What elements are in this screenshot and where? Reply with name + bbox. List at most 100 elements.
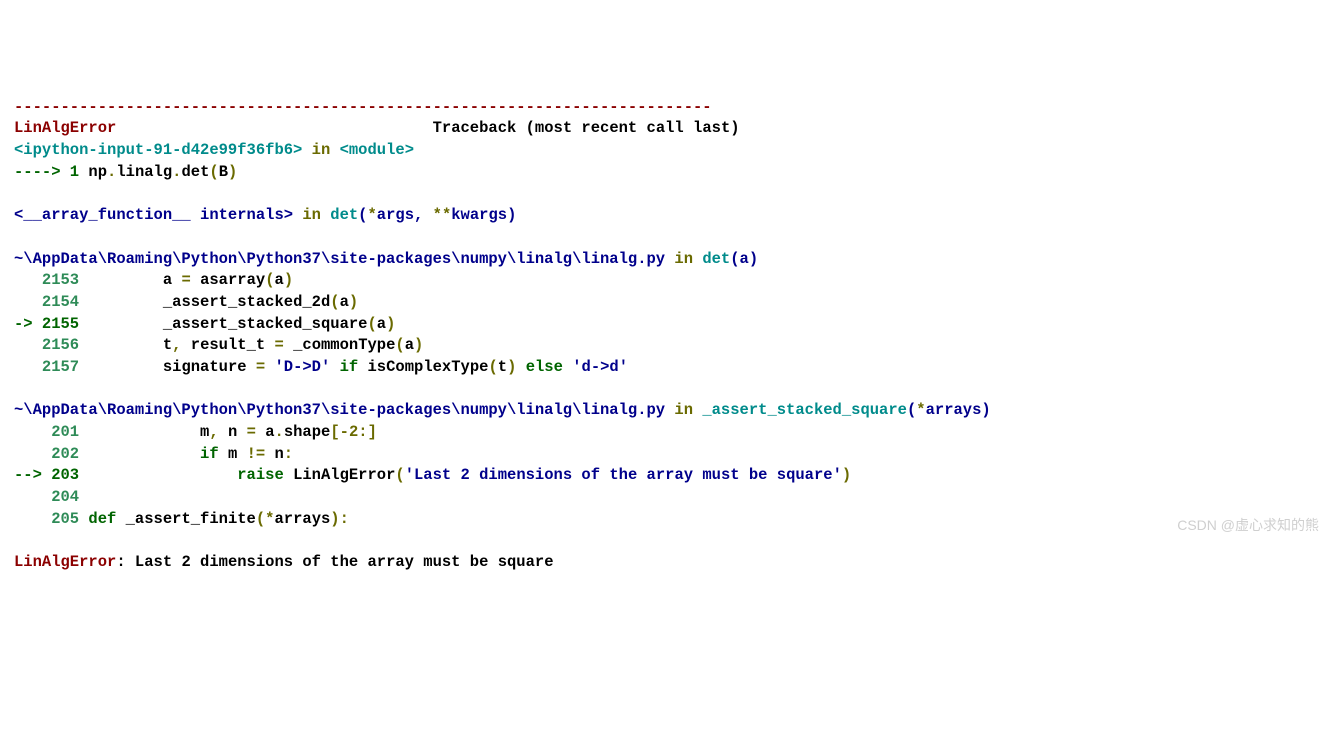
kw-def: def: [88, 510, 116, 528]
fn-asarray: asarray: [200, 271, 265, 289]
op-rparen: ): [414, 336, 423, 354]
frame-3-location: ~\AppData\Roaming\Python\Python37\site-p…: [14, 401, 665, 419]
var-result-t: result_t: [181, 336, 265, 354]
var-signature: signature: [163, 358, 247, 376]
spacing: [116, 119, 432, 137]
op-lparen: (: [395, 336, 404, 354]
var-m: m: [219, 445, 247, 463]
arg-args: args: [377, 206, 414, 224]
in-keyword: in: [293, 206, 330, 224]
rbracket: ]: [368, 423, 377, 441]
op-eq: =: [247, 358, 275, 376]
var-n: n: [219, 423, 238, 441]
module-keyword: <module>: [340, 141, 414, 159]
var-a: a: [265, 423, 274, 441]
op-lparen: (: [730, 250, 739, 268]
arg-B: B: [219, 163, 228, 181]
final-exception-name: LinAlgError: [14, 553, 116, 571]
frame-1-location: <__array_function__ internals>: [14, 206, 293, 224]
var-n: n: [265, 445, 284, 463]
arg-arrays: arrays: [926, 401, 982, 419]
var-a: a: [340, 293, 349, 311]
code-linalg: linalg: [116, 163, 172, 181]
kw-if: if: [200, 445, 219, 463]
lineno-202: 202: [14, 445, 88, 463]
op-rparen: ): [507, 358, 516, 376]
lineno-204: 204: [14, 488, 79, 506]
var-a: a: [377, 315, 386, 333]
op-colon: :: [358, 423, 367, 441]
in-keyword: in: [302, 141, 339, 159]
arg-kwargs: kwargs: [451, 206, 507, 224]
divider-line: ----------------------------------------…: [14, 98, 712, 116]
op-lparen: (: [395, 466, 404, 484]
arg-a: a: [740, 250, 749, 268]
indent: [88, 358, 162, 376]
op-lparen: (: [907, 401, 916, 419]
fn-commontype: _commonType: [293, 336, 395, 354]
op-neq: !=: [247, 445, 266, 463]
lineno-2155-arrow: -> 2155: [14, 315, 88, 333]
arg-arrays: arrays: [274, 510, 330, 528]
op-lparen: (: [367, 315, 376, 333]
lbracket: [: [330, 423, 339, 441]
code-np: np: [88, 163, 107, 181]
code-det: det: [181, 163, 209, 181]
indent: [88, 315, 162, 333]
op-rparen: ): [386, 315, 395, 333]
lineno-2157: 2157: [14, 358, 88, 376]
det-fn: det: [702, 250, 730, 268]
frame-0-location: <ipython-input-91-d42e99f36fb6>: [14, 141, 302, 159]
indent: [88, 423, 200, 441]
var-a: a: [405, 336, 414, 354]
var-t: t: [498, 358, 507, 376]
lineno-2153: 2153: [14, 271, 88, 289]
lineno-2156: 2156: [14, 336, 88, 354]
space: [423, 206, 432, 224]
lineno-201: 201: [14, 423, 88, 441]
fn-assert-square: _assert_stacked_square: [163, 315, 368, 333]
kw-else: else: [526, 358, 563, 376]
final-exception-message: : Last 2 dimensions of the array must be…: [116, 553, 553, 571]
op-colon: :: [284, 445, 293, 463]
indent: [88, 445, 200, 463]
op-lparen: (: [330, 293, 339, 311]
fn-assert-2d: _assert_stacked_2d: [163, 293, 330, 311]
var-t: t: [163, 336, 172, 354]
op-rparen: ): [507, 206, 516, 224]
op-rparen: ): [981, 401, 990, 419]
traceback-header: Traceback (most recent call last): [433, 119, 740, 137]
op-dot: .: [275, 423, 284, 441]
exc-class: LinAlgError: [284, 466, 396, 484]
op-star: *: [367, 206, 376, 224]
in-keyword: in: [665, 401, 702, 419]
op-star: *: [916, 401, 925, 419]
traceback-output: ----------------------------------------…: [14, 97, 1323, 574]
op-rparen: ): [330, 510, 339, 528]
lineno-2154: 2154: [14, 293, 88, 311]
in-keyword: in: [665, 250, 702, 268]
str-dd: 'd->d': [572, 358, 628, 376]
indent: [88, 336, 162, 354]
op-colon: :: [340, 510, 349, 528]
indent: [88, 293, 162, 311]
frame-2-location: ~\AppData\Roaming\Python\Python37\site-p…: [14, 250, 665, 268]
op-rparen: ): [284, 271, 293, 289]
op-lparen: (: [488, 358, 497, 376]
lineno-203-arrow: --> 203: [14, 466, 88, 484]
op-rparen: ): [842, 466, 851, 484]
op-eq: =: [237, 423, 265, 441]
det-fn: det: [330, 206, 358, 224]
op-eq: =: [265, 336, 293, 354]
op-comma: ,: [209, 423, 218, 441]
arrow-line-1: ----> 1: [14, 163, 88, 181]
var-a: a: [163, 271, 172, 289]
op-dstar: **: [433, 206, 452, 224]
indent: [88, 271, 162, 289]
str-DD: 'D->D': [274, 358, 330, 376]
exception-class: LinAlgError: [14, 119, 116, 137]
op-rparen: ): [228, 163, 237, 181]
op-rparen: ): [749, 250, 758, 268]
op-rparen: ): [349, 293, 358, 311]
op-comma: ,: [414, 206, 423, 224]
